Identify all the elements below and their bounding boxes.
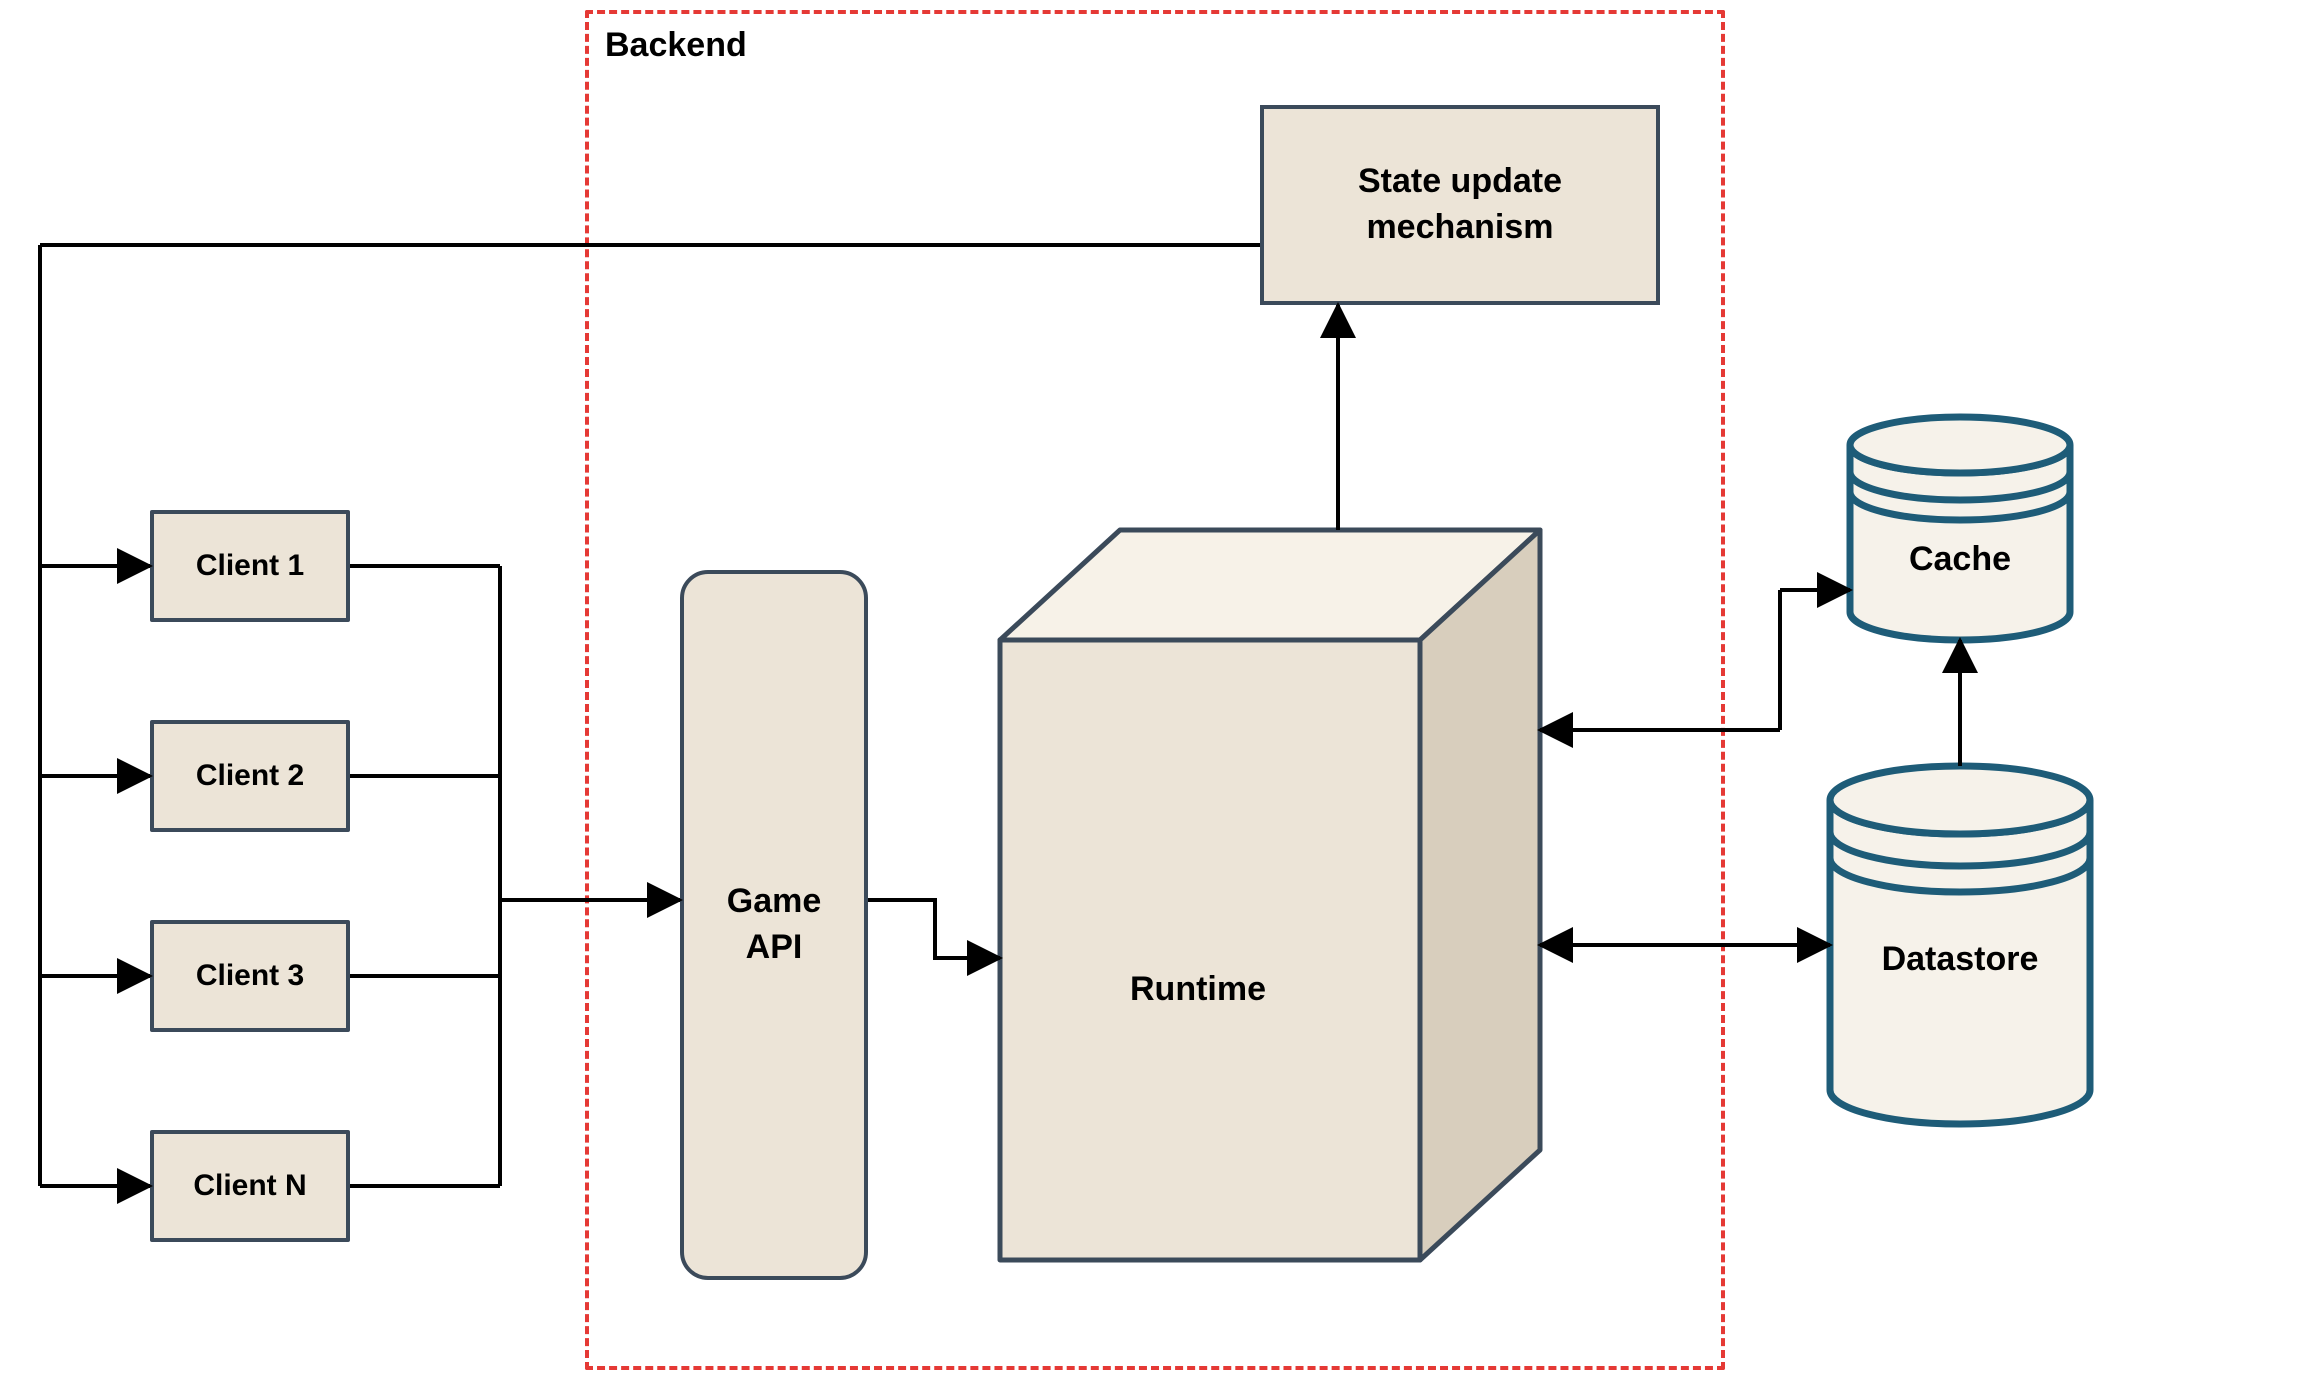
diagram-canvas: Backend Client 1 Client 2 Client 3 Clien…: [0, 0, 2317, 1388]
connector-layer: [0, 0, 2317, 1388]
clients-to-api-bus: [350, 566, 680, 1186]
runtime-cache-connector: [1540, 590, 1850, 730]
runtime-label: Runtime: [1130, 970, 1266, 1009]
runtime-cube: [1000, 530, 1540, 1260]
cache-cylinder: [1850, 417, 2070, 640]
datastore-label: Datastore: [1830, 940, 2090, 979]
api-to-runtime-connector: [868, 900, 1000, 958]
cache-label: Cache: [1830, 540, 2090, 579]
